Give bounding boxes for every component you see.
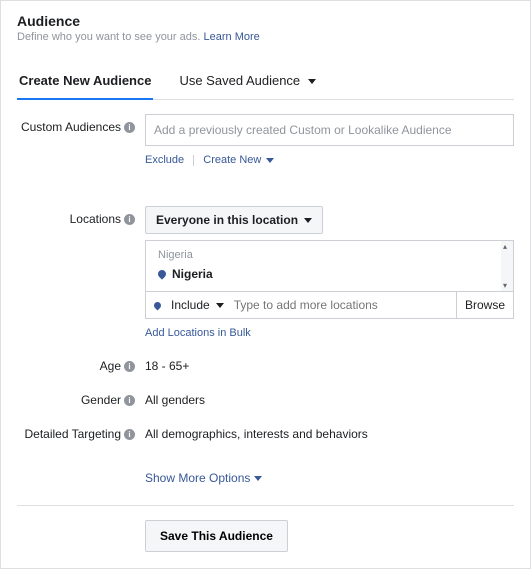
divider — [17, 505, 514, 506]
browse-button[interactable]: Browse — [456, 292, 513, 318]
row-gender: Genderi All genders — [17, 387, 514, 407]
location-input-row: Include Browse — [145, 292, 514, 319]
row-detailed-targeting: Detailed Targetingi All demographics, in… — [17, 421, 514, 441]
info-icon[interactable]: i — [124, 214, 135, 225]
label-locations: Locationsi — [17, 206, 145, 339]
exclude-link[interactable]: Exclude — [145, 154, 184, 166]
label-custom-audiences: Custom Audiencesi — [17, 114, 145, 166]
gender-value: All genders — [145, 387, 514, 407]
row-age: Agei 18 - 65+ — [17, 353, 514, 373]
pin-icon — [156, 268, 167, 279]
header: Audience Define who you want to see your… — [17, 13, 514, 43]
create-new-link[interactable]: Create New — [203, 154, 274, 166]
detailed-value: All demographics, interests and behavior… — [145, 421, 514, 441]
chevron-down-icon — [308, 79, 316, 84]
row-custom-audiences: Custom Audiencesi Add a previously creat… — [17, 114, 514, 166]
location-search-input[interactable] — [228, 292, 456, 318]
info-icon[interactable]: i — [124, 429, 135, 440]
scrollbar[interactable]: ▴ ▾ — [501, 241, 513, 291]
audience-tabs: Create New Audience Use Saved Audience — [17, 63, 514, 100]
add-locations-bulk-link[interactable]: Add Locations in Bulk — [145, 327, 251, 339]
info-icon[interactable]: i — [124, 361, 135, 372]
row-show-more: Show More Options — [17, 471, 514, 485]
learn-more-link[interactable]: Learn More — [204, 31, 260, 43]
row-locations: Locationsi Everyone in this location Nig… — [17, 206, 514, 339]
location-group-label: Nigeria — [154, 247, 505, 263]
label-gender: Genderi — [17, 387, 145, 407]
location-item[interactable]: Nigeria — [154, 263, 505, 281]
chevron-up-icon: ▴ — [503, 242, 507, 251]
info-icon[interactable]: i — [124, 395, 135, 406]
tab-use-saved[interactable]: Use Saved Audience — [177, 63, 317, 99]
pin-icon — [153, 300, 163, 310]
include-dropdown[interactable]: Include — [167, 292, 228, 318]
chevron-down-icon — [254, 476, 262, 481]
panel-title: Audience — [17, 13, 514, 29]
age-value: 18 - 65+ — [145, 353, 514, 373]
custom-audience-input[interactable]: Add a previously created Custom or Looka… — [145, 114, 514, 146]
show-more-options-link[interactable]: Show More Options — [145, 471, 262, 485]
chevron-down-icon — [304, 218, 312, 223]
chevron-down-icon — [266, 158, 274, 163]
panel-subtitle: Define who you want to see your ads. Lea… — [17, 31, 514, 43]
tab-create-new[interactable]: Create New Audience — [17, 63, 153, 100]
label-detailed-targeting: Detailed Targetingi — [17, 421, 145, 441]
audience-panel: Audience Define who you want to see your… — [0, 0, 531, 569]
locations-box: Nigeria Nigeria ▴ ▾ — [145, 240, 514, 292]
location-scope-dropdown[interactable]: Everyone in this location — [145, 206, 323, 234]
label-age: Agei — [17, 353, 145, 373]
chevron-down-icon: ▾ — [503, 281, 507, 290]
chevron-down-icon — [216, 303, 224, 308]
info-icon[interactable]: i — [124, 122, 135, 133]
